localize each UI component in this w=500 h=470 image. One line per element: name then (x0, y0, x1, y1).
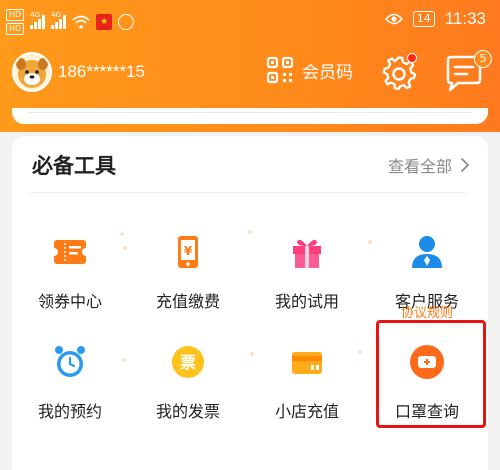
phone-recharge-icon: ¥ (178, 236, 198, 268)
tool-label: 我的预约 (37, 402, 102, 421)
svg-text:¥: ¥ (184, 244, 193, 258)
battery-icon: 14 (412, 11, 435, 27)
gift-icon (293, 239, 321, 268)
clock: 11:33 (444, 9, 486, 28)
protocol-rules-link[interactable]: 协议规则 (384, 302, 470, 321)
tool-label: 小店充值 (274, 402, 339, 421)
previous-card-bottom (12, 108, 488, 124)
tool-store-recharge[interactable]: 小店充值 (252, 344, 362, 422)
decorative-dot (368, 240, 372, 244)
decorative-dot (120, 232, 124, 236)
highlight-box (376, 320, 486, 428)
tool-label: 领券中心 (37, 292, 102, 311)
decorative-dot (248, 230, 252, 234)
tool-coupon-center[interactable]: 领券中心 (15, 234, 125, 312)
hd-indicator-1: HD (6, 9, 25, 21)
section-title: 必备工具 (32, 154, 116, 178)
tool-recharge[interactable]: ¥ 充值缴费 (133, 234, 243, 312)
card-icon (292, 352, 322, 374)
tool-customer-service[interactable]: 客户服务 (372, 234, 482, 312)
section-divider (30, 192, 466, 193)
settings-notification-dot (407, 53, 417, 63)
message-count-badge: 5 (474, 50, 492, 68)
network-type-2: 4G (51, 11, 62, 19)
decorative-dot (250, 352, 254, 356)
dog-avatar-icon (16, 58, 48, 88)
view-all-link[interactable]: 查看全部 (388, 153, 470, 177)
tool-label: 充值缴费 (155, 292, 220, 311)
network-type-1: 4G (30, 11, 41, 19)
wifi-icon (72, 15, 90, 29)
customer-service-icon (412, 236, 442, 268)
divider (28, 112, 472, 113)
eye-comfort-icon (384, 13, 403, 25)
alarm-clock-icon (55, 346, 85, 377)
tool-my-reservation[interactable]: 我的预约 (15, 344, 125, 422)
notification-app-icon-2 (118, 14, 135, 30)
notification-app-icon: ★ (96, 14, 113, 30)
decorative-dot (358, 350, 362, 354)
decorative-dot (122, 358, 126, 362)
member-code-label: 会员码 (302, 62, 353, 83)
hd-indicator-2: HD (6, 23, 25, 35)
tool-my-trial[interactable]: 我的试用 (252, 234, 362, 312)
chevron-right-icon (461, 158, 470, 172)
coupon-icon (50, 240, 90, 264)
qr-code-icon (266, 56, 294, 84)
view-all-label: 查看全部 (387, 157, 452, 176)
user-phone: 186******15 (58, 62, 145, 81)
decorative-dot (123, 246, 127, 250)
tool-label: 我的试用 (274, 292, 339, 311)
invoice-icon: 票 (172, 346, 204, 378)
invoice-glyph: 票 (180, 353, 196, 372)
member-code-button[interactable]: 会员码 (266, 56, 353, 84)
status-bar: HD HD 4G 4G ★ 14 11:33 (0, 0, 500, 38)
tool-label: 我的发票 (155, 402, 220, 421)
avatar[interactable] (12, 52, 52, 92)
tool-my-invoice[interactable]: 票 我的发票 (133, 344, 243, 422)
